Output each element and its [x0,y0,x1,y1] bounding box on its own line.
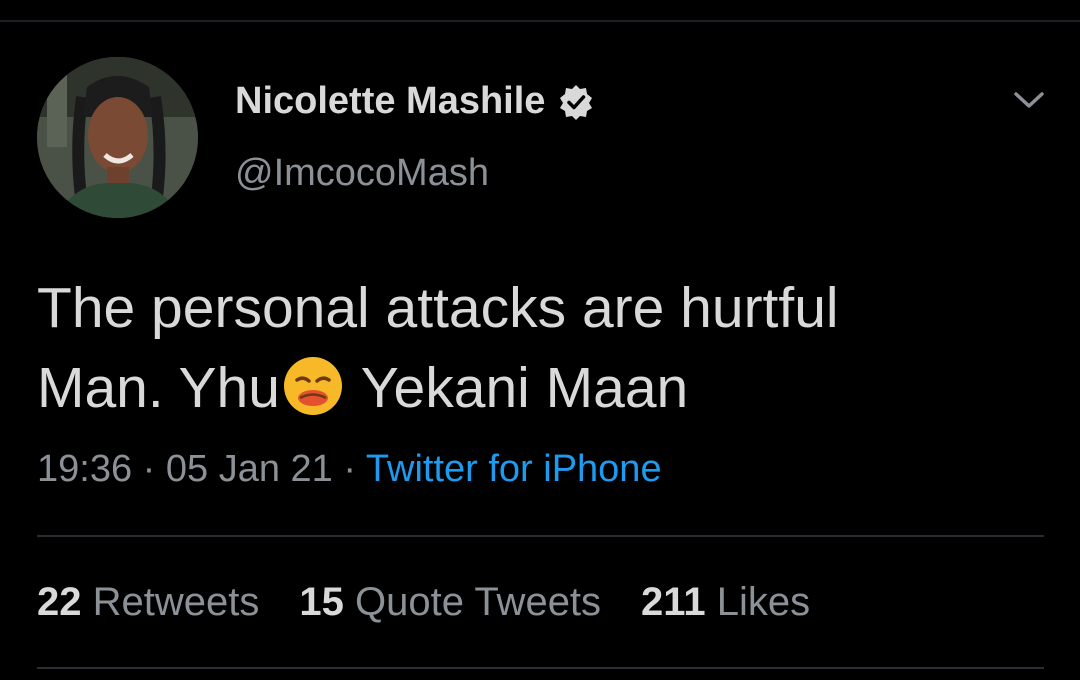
divider [37,535,1044,537]
verified-badge-icon [557,83,595,121]
author-handle[interactable]: @ImcocoMash [235,152,489,195]
tweet-text-line-2: Man. Yhu Yekani Maan [37,348,1047,428]
tweet-text-part: Yekani Maan [345,356,689,420]
meta-separator: · [132,448,166,490]
author-display-name[interactable]: Nicolette Mashile [235,80,595,123]
top-divider [0,20,1080,22]
retweets-label: Retweets [81,580,260,624]
profile-photo-icon [37,57,198,218]
retweets-count: 22 [37,580,82,624]
tweet-text-part: Man. Yhu [37,356,280,420]
divider [37,667,1044,669]
quote-tweets-stat[interactable]: 15 Quote Tweets [299,580,601,625]
tweet-text-line-1: The personal attacks are hurtful [37,276,839,340]
tweet-text: The personal attacks are hurtful Man. Yh… [37,268,1047,428]
tweet-stats: 22 Retweets 15 Quote Tweets 211 Likes [37,580,810,625]
author-name-text: Nicolette Mashile [235,80,546,122]
tweet-date[interactable]: 05 Jan 21 [166,448,333,490]
likes-count: 211 [641,580,706,624]
quote-tweets-count: 15 [299,580,344,624]
chevron-down-icon[interactable] [1012,88,1046,112]
tweet-source-link[interactable]: Twitter for iPhone [366,448,662,490]
tweet-meta: 19:36 · 05 Jan 21 · Twitter for iPhone [37,448,662,491]
meta-separator: · [332,448,366,490]
likes-stat[interactable]: 211 Likes [641,580,810,625]
quote-tweets-label: Quote Tweets [343,580,602,624]
retweets-stat[interactable]: 22 Retweets [37,580,259,625]
avatar[interactable] [37,57,198,218]
tweet-time[interactable]: 19:36 [37,448,132,490]
anguished-face-emoji-icon [282,355,344,417]
likes-label: Likes [705,580,811,624]
